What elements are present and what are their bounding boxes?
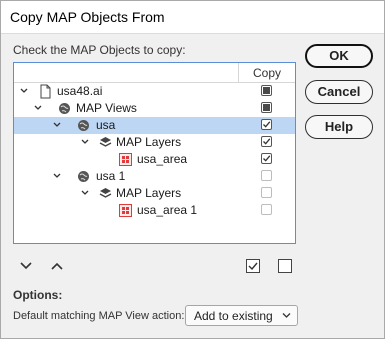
- dialog-window: Copy MAP Objects From Check the MAP Obje…: [0, 0, 385, 339]
- dialog-title: Copy MAP Objects From: [10, 9, 165, 25]
- checkmark-icon: [263, 155, 271, 162]
- tree-label: MAP Layers: [116, 135, 182, 149]
- layers-icon: [99, 188, 112, 198]
- tree-label: MAP Views: [76, 101, 137, 115]
- chevron-down-icon[interactable]: [52, 120, 62, 130]
- uncheck-all-icon[interactable]: [277, 258, 293, 274]
- chevron-down-icon[interactable]: [33, 103, 43, 113]
- chevron-down-icon[interactable]: [80, 188, 90, 198]
- tree-row-usa-area[interactable]: usa_area: [14, 151, 295, 168]
- ok-button[interactable]: OK: [305, 44, 373, 68]
- select-value: Add to existing: [194, 309, 273, 323]
- layers-icon: [99, 137, 112, 147]
- tree-label: usa 1: [96, 169, 126, 183]
- tree-row-usa[interactable]: usa: [14, 117, 295, 134]
- document-icon: [40, 84, 51, 99]
- tree-row-usa48[interactable]: usa48.ai: [14, 83, 295, 100]
- tree-label: usa: [96, 118, 116, 132]
- default-action-label: Default matching MAP View action:: [13, 310, 185, 322]
- copy-checkbox[interactable]: [261, 170, 272, 181]
- tree-row-map-layers-1[interactable]: MAP Layers: [14, 185, 295, 202]
- chevron-down-icon[interactable]: [80, 137, 90, 147]
- collapse-all-icon[interactable]: [49, 258, 65, 274]
- checkmark-icon: [263, 121, 271, 128]
- copy-checkbox[interactable]: [261, 204, 272, 215]
- copy-checkbox[interactable]: [261, 119, 272, 130]
- globe-icon: [59, 103, 70, 114]
- tree-label: usa_area: [137, 152, 188, 166]
- title-bar: Copy MAP Objects From: [1, 1, 384, 34]
- copy-checkbox[interactable]: [261, 102, 272, 113]
- globe-icon: [78, 171, 89, 182]
- instruction-label: Check the MAP Objects to copy:: [13, 43, 186, 57]
- copy-checkbox[interactable]: [261, 187, 272, 198]
- globe-icon: [78, 120, 89, 131]
- copy-checkbox[interactable]: [261, 85, 272, 96]
- map-area-icon: [119, 204, 132, 217]
- expand-all-icon[interactable]: [18, 258, 34, 274]
- map-objects-tree[interactable]: Copy usa48.ai MAP Views usa MAP Layers u…: [13, 62, 296, 244]
- tree-row-usa-area-1[interactable]: usa_area 1: [14, 202, 295, 219]
- tree-header: Copy: [14, 63, 295, 83]
- tree-row-map-views[interactable]: MAP Views: [14, 100, 295, 117]
- copy-checkbox[interactable]: [261, 136, 272, 147]
- default-action-select[interactable]: Add to existing: [185, 305, 298, 326]
- tree-label: usa_area 1: [137, 203, 198, 217]
- chevron-down-icon[interactable]: [19, 86, 29, 96]
- tree-row-map-layers[interactable]: MAP Layers: [14, 134, 295, 151]
- options-heading: Options:: [13, 288, 63, 302]
- cancel-button[interactable]: Cancel: [305, 80, 373, 104]
- help-button[interactable]: Help: [305, 115, 373, 139]
- map-area-icon: [119, 153, 132, 166]
- tree-label: usa48.ai: [57, 84, 103, 98]
- chevron-down-icon[interactable]: [52, 171, 62, 181]
- tree-row-usa-1[interactable]: usa 1: [14, 168, 295, 185]
- checkmark-icon: [263, 138, 271, 145]
- copy-column-header[interactable]: Copy: [239, 63, 295, 82]
- chevron-down-icon: [282, 313, 291, 318]
- check-all-icon[interactable]: [245, 258, 261, 274]
- copy-checkbox[interactable]: [261, 153, 272, 164]
- tree-label: MAP Layers: [116, 186, 182, 200]
